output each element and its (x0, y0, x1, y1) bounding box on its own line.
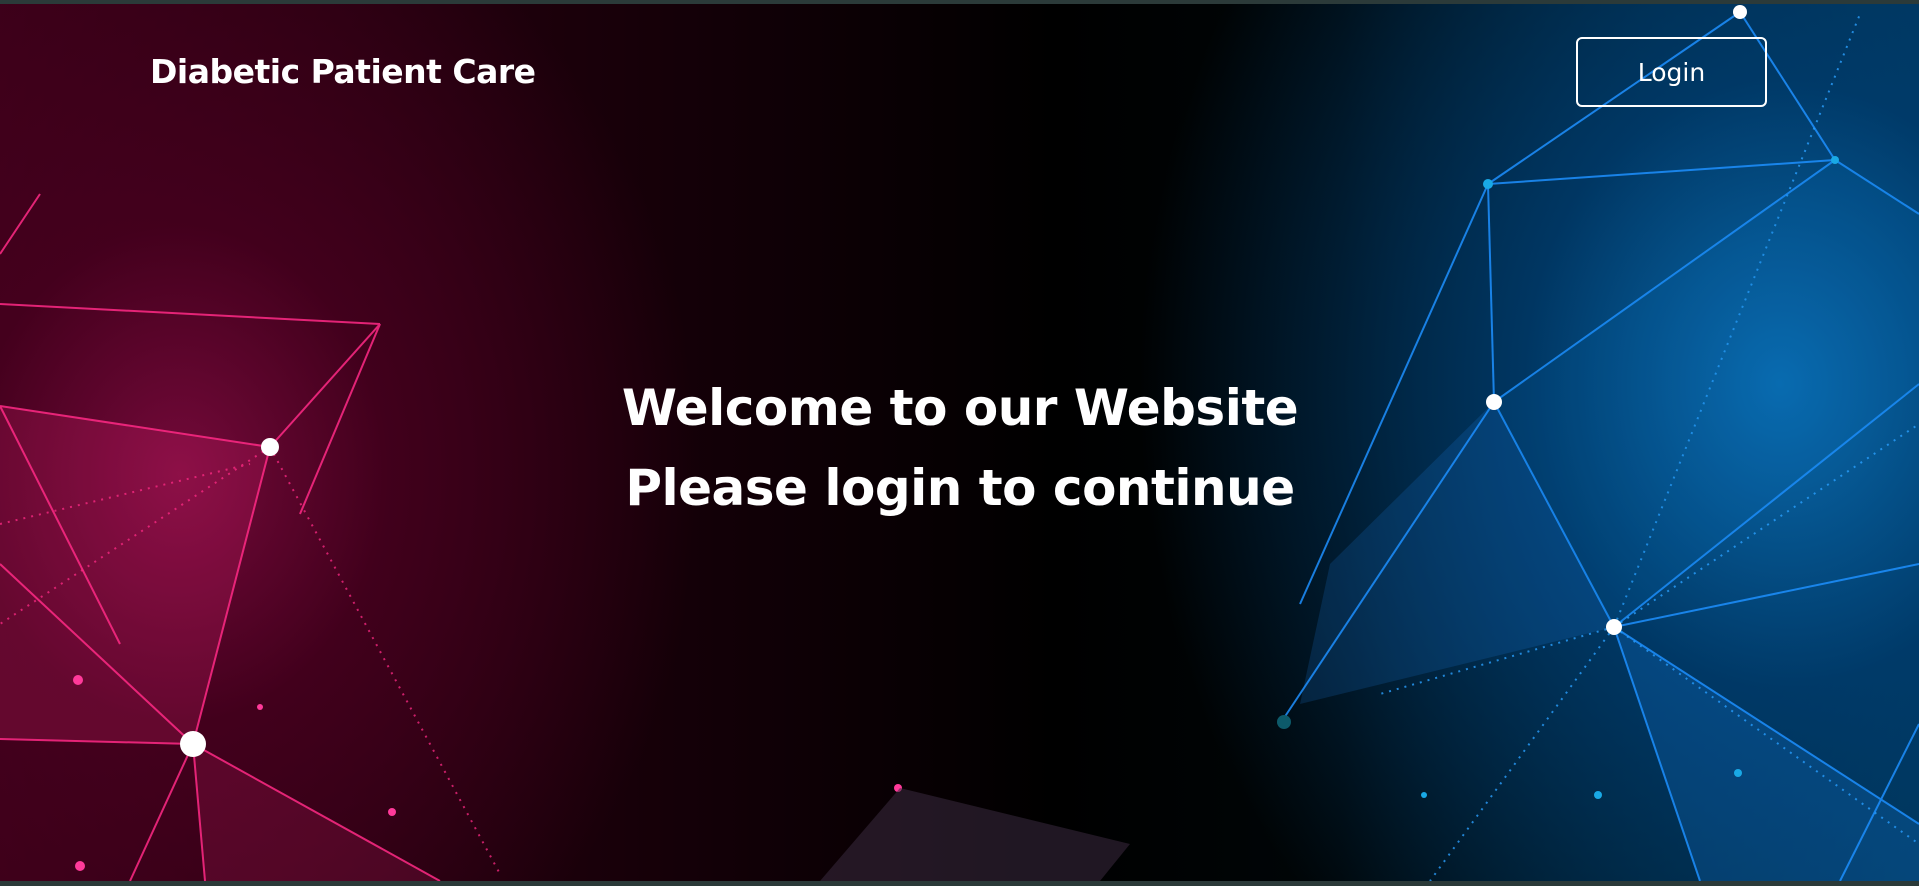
hero-login-prompt-line: Please login to continue (625, 459, 1295, 517)
left-facet (0, 406, 270, 744)
bottom-edge (0, 881, 1919, 886)
bottom-facet (820, 788, 1130, 881)
right-facet-3 (1614, 627, 1919, 881)
landing-page: Diabetic Patient Care Login Welcome to o… (0, 4, 1919, 881)
hero-heading: Welcome to our Website Please login to c… (560, 368, 1360, 528)
site-brand-title: Diabetic Patient Care (150, 52, 536, 91)
login-button[interactable]: Login (1576, 37, 1767, 107)
hero-welcome-line: Welcome to our Website (621, 379, 1299, 437)
